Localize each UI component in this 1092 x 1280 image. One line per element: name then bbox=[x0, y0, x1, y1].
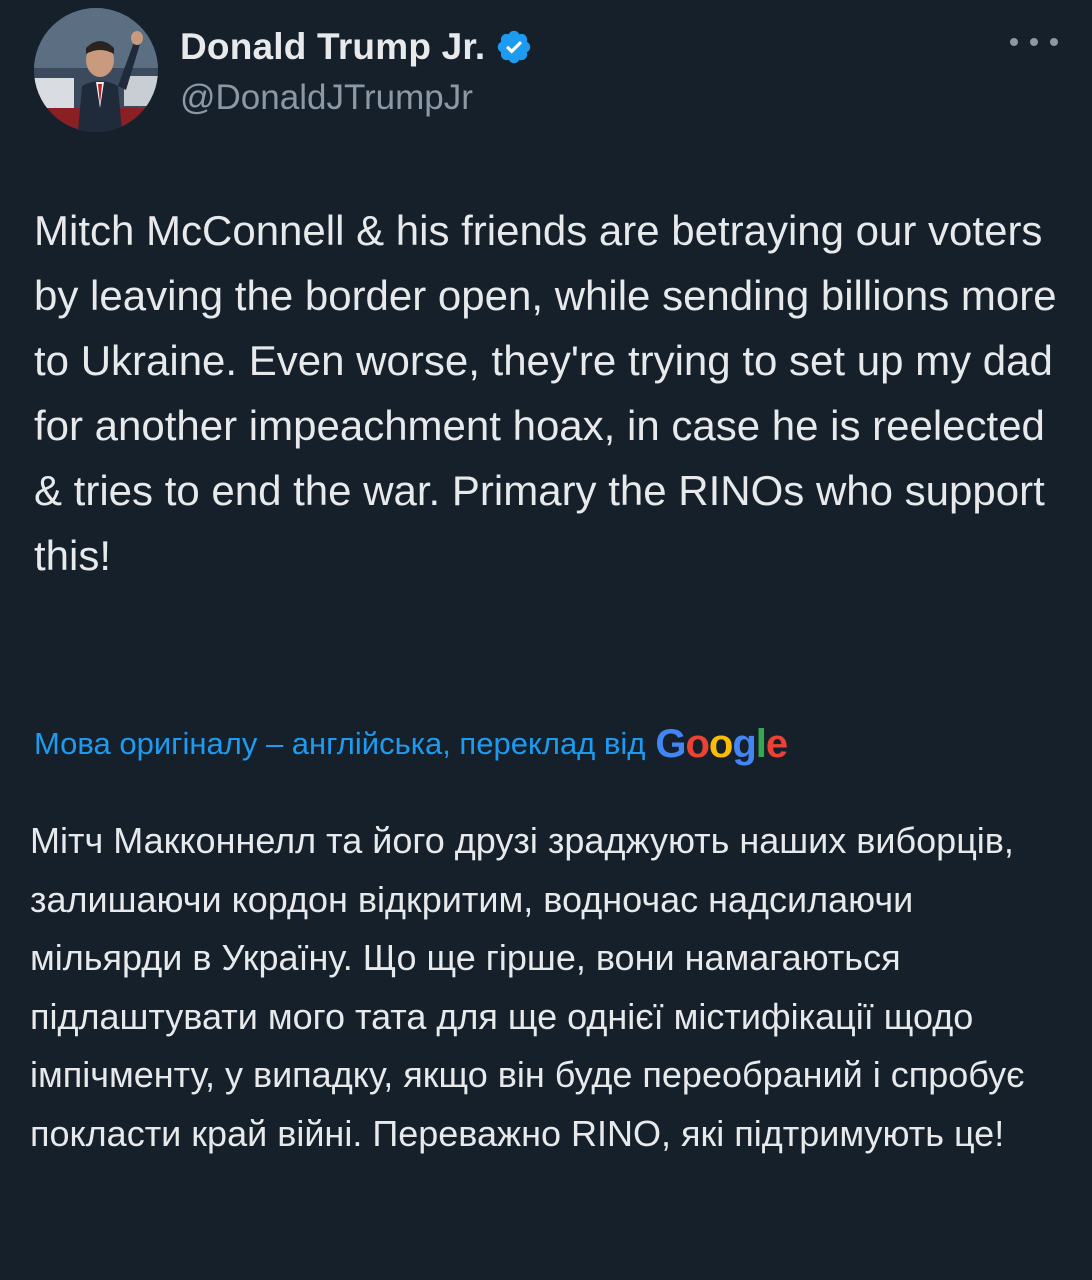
author-name-row[interactable]: Donald Trump Jr. bbox=[180, 26, 533, 68]
more-dot bbox=[1030, 38, 1038, 46]
profile-photo bbox=[34, 8, 158, 132]
tweet-text: Mitch McConnell & his friends are betray… bbox=[34, 207, 1069, 579]
more-dot bbox=[1010, 38, 1018, 46]
translation-label[interactable]: Мова оригіналу – англійська, переклад ві… bbox=[34, 726, 645, 762]
author-handle[interactable]: @DonaldJTrumpJr bbox=[180, 78, 473, 118]
google-letter: G bbox=[655, 722, 686, 766]
google-logo: Google bbox=[655, 722, 788, 766]
avatar[interactable] bbox=[34, 8, 158, 132]
translation-attribution[interactable]: Мова оригіналу – англійська, переклад ві… bbox=[34, 722, 788, 766]
translated-text: Мітч Макконнелл та його друзі зраджують … bbox=[30, 820, 1035, 1154]
more-options-icon[interactable] bbox=[1010, 30, 1058, 54]
google-letter: l bbox=[755, 722, 767, 766]
tweet-header: Donald Trump Jr. @DonaldJTrumpJr bbox=[34, 8, 1058, 132]
more-dot bbox=[1050, 38, 1058, 46]
google-letter: e bbox=[765, 722, 788, 766]
author-display-name[interactable]: Donald Trump Jr. bbox=[180, 26, 485, 68]
google-letter: o bbox=[708, 722, 733, 766]
google-letter: g bbox=[732, 722, 756, 766]
verified-badge-icon bbox=[495, 28, 533, 66]
google-letter: o bbox=[685, 722, 709, 766]
